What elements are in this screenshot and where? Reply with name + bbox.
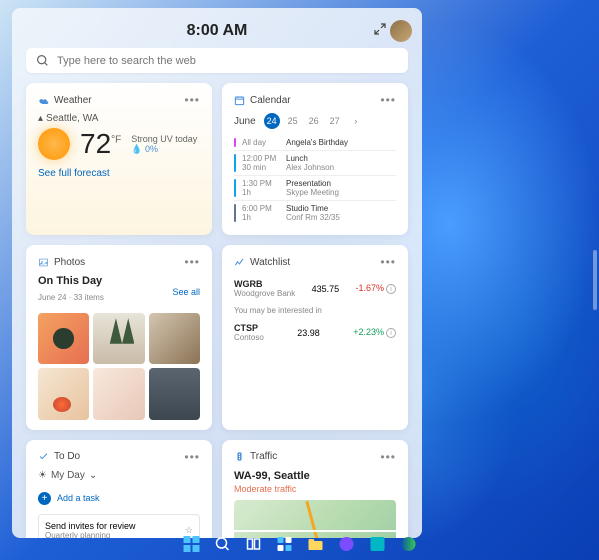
calendar-card[interactable]: Calendar ••• June 24 25 26 27 › All dayA… — [222, 83, 408, 235]
search-input[interactable] — [57, 55, 398, 67]
more-icon[interactable]: ••• — [380, 450, 396, 464]
todo-icon — [38, 451, 49, 462]
photo-thumb[interactable] — [149, 313, 200, 364]
watchlist-icon — [234, 257, 245, 268]
weather-condition: Strong UV today — [131, 134, 197, 144]
event-item[interactable]: 12:00 PM30 minLunchAlex Johnson — [234, 150, 396, 175]
calendar-title: Calendar — [250, 95, 291, 106]
search-taskbar-icon[interactable] — [208, 530, 236, 558]
photos-icon — [38, 257, 49, 268]
start-button[interactable] — [177, 530, 205, 558]
app-icon[interactable] — [332, 530, 360, 558]
traffic-route: WA-99, Seattle — [234, 470, 396, 482]
traffic-title: Traffic — [250, 451, 277, 462]
watchlist-note: You may be interested in — [234, 302, 396, 319]
photo-thumb[interactable] — [149, 368, 200, 419]
app-icon[interactable] — [363, 530, 391, 558]
weather-title: Weather — [54, 95, 92, 106]
user-avatar[interactable] — [390, 20, 412, 42]
clock-time: 8:00 AM — [187, 22, 248, 40]
photo-thumb[interactable] — [93, 313, 144, 364]
more-icon[interactable]: ••• — [184, 93, 200, 107]
taskbar — [177, 530, 422, 558]
task-item[interactable]: Send invites for reviewQuarterly plannin… — [38, 514, 200, 538]
forecast-link[interactable]: See full forecast — [38, 168, 200, 179]
stock-row[interactable]: CTSPContoso 23.98 +2.23%i — [234, 319, 396, 346]
day-picker[interactable]: 24 25 26 27 › — [264, 113, 364, 129]
photo-thumb[interactable] — [38, 313, 89, 364]
widgets-panel: 8:00 AM Weather ••• ▴Seattle, WA 72°F St… — [12, 8, 422, 538]
event-item[interactable]: 6:00 PM1hStudio TimeConf Rm 32/35 — [234, 200, 396, 225]
photo-grid — [38, 313, 200, 420]
weather-card[interactable]: Weather ••• ▴Seattle, WA 72°F Strong UV … — [26, 83, 212, 235]
photo-thumb[interactable] — [93, 368, 144, 419]
more-icon[interactable]: ••• — [380, 93, 396, 107]
sun-icon — [38, 128, 70, 160]
weather-location: ▴Seattle, WA — [38, 113, 200, 124]
traffic-card[interactable]: Traffic ••• WA-99, Seattle Moderate traf… — [222, 440, 408, 538]
more-icon[interactable]: ••• — [184, 450, 200, 464]
stock-row[interactable]: WGRBWoodgrove Bank 435.75 -1.67%i — [234, 275, 396, 302]
expand-icon[interactable] — [374, 22, 386, 40]
widgets-taskbar-icon[interactable] — [270, 530, 298, 558]
event-list: All dayAngela's Birthday 12:00 PM30 minL… — [234, 135, 396, 225]
plus-icon: + — [38, 492, 51, 505]
edge-icon[interactable] — [394, 530, 422, 558]
photos-sub: June 24 · 33 items — [38, 293, 104, 302]
photo-thumb[interactable] — [38, 368, 89, 419]
todo-title: To Do — [54, 451, 80, 462]
search-icon — [36, 54, 49, 67]
watchlist-title: Watchlist — [250, 257, 290, 268]
temperature: 72°F — [80, 128, 121, 159]
event-item[interactable]: All dayAngela's Birthday — [234, 135, 396, 150]
task-view-icon[interactable] — [239, 530, 267, 558]
photos-title: Photos — [54, 257, 85, 268]
event-item[interactable]: 1:30 PM1hPresentationSkype Meeting — [234, 175, 396, 200]
precipitation: 💧 0% — [131, 144, 197, 155]
calendar-icon — [234, 95, 245, 106]
panel-resize-handle[interactable] — [593, 250, 597, 310]
search-box[interactable] — [26, 48, 408, 73]
traffic-icon — [234, 451, 245, 462]
panel-header: 8:00 AM — [26, 18, 408, 48]
myday-label[interactable]: ☀ My Day ⌄ — [38, 470, 200, 481]
photos-card[interactable]: Photos ••• On This Day June 24 · 33 item… — [26, 245, 212, 430]
todo-card[interactable]: To Do ••• ☀ My Day ⌄ +Add a task Send in… — [26, 440, 212, 538]
photos-heading: On This Day — [38, 275, 200, 287]
add-task-button[interactable]: +Add a task — [38, 487, 200, 510]
explorer-icon[interactable] — [301, 530, 329, 558]
month-label: June — [234, 116, 256, 127]
more-icon[interactable]: ••• — [380, 255, 396, 269]
see-all-link[interactable]: See all — [172, 287, 200, 297]
watchlist-card[interactable]: Watchlist ••• WGRBWoodgrove Bank 435.75 … — [222, 245, 408, 430]
traffic-status: Moderate traffic — [234, 484, 396, 494]
more-icon[interactable]: ••• — [184, 255, 200, 269]
weather-icon — [38, 95, 49, 106]
